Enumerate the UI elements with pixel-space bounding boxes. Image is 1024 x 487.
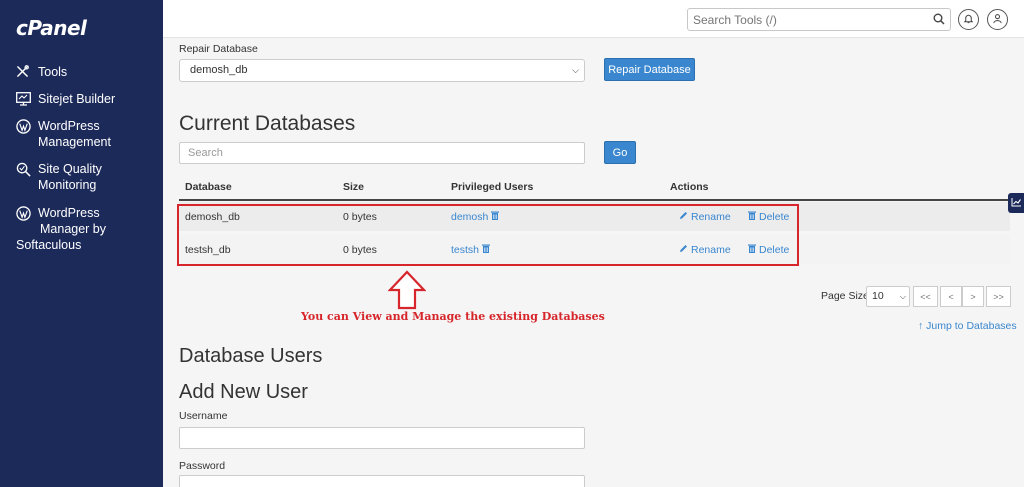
sidebar-item-label: Softaculous bbox=[16, 238, 82, 252]
wordpress-icon bbox=[16, 118, 38, 134]
bell-icon bbox=[963, 13, 974, 27]
next-page-button[interactable]: > bbox=[962, 286, 984, 307]
go-button[interactable]: Go bbox=[604, 141, 636, 164]
annotation-text: You can View and Manage the existing Dat… bbox=[301, 310, 605, 323]
sidebar: cPanel Tools Sitejet Builder WordPress Ma… bbox=[0, 0, 163, 487]
first-page-button[interactable]: << bbox=[913, 286, 938, 307]
chart-icon bbox=[1011, 196, 1022, 210]
sidebar-item-label: Management bbox=[38, 135, 111, 149]
up-arrow-icon bbox=[388, 270, 426, 310]
repair-database-value: demosh_db bbox=[190, 64, 248, 76]
main-content: Repair Database demosh_db ⌵ Repair Datab… bbox=[163, 38, 1024, 487]
sidebar-item-label: Monitoring bbox=[38, 178, 97, 192]
stats-tab[interactable] bbox=[1008, 193, 1024, 213]
tools-icon bbox=[16, 64, 38, 78]
repair-database-select[interactable]: demosh_db ⌵ bbox=[179, 59, 585, 82]
cpanel-logo[interactable]: cPanel bbox=[16, 16, 87, 40]
search-tools-input[interactable] bbox=[688, 9, 918, 30]
database-users-heading: Database Users bbox=[179, 345, 323, 367]
sidebar-item-tools[interactable]: Tools bbox=[0, 64, 163, 80]
sidebar-item-wordpress-management[interactable]: WordPress Management bbox=[0, 118, 163, 150]
prev-page-button[interactable]: < bbox=[940, 286, 962, 307]
notifications-button[interactable] bbox=[958, 9, 979, 30]
user-menu-button[interactable] bbox=[987, 9, 1008, 30]
sidebar-item-wordpress-manager[interactable]: WordPress Manager by Softaculous bbox=[0, 205, 163, 253]
repair-database-label: Repair Database bbox=[179, 43, 258, 55]
search-icon bbox=[16, 161, 38, 177]
jump-link-label: Jump to Databases bbox=[926, 320, 1017, 332]
highlight-box bbox=[177, 204, 799, 266]
sidebar-item-label: WordPress bbox=[38, 119, 100, 133]
sidebar-item-label: Site Quality bbox=[38, 162, 102, 176]
search-icon[interactable] bbox=[933, 13, 945, 28]
search-tools-box[interactable] bbox=[687, 8, 951, 31]
jump-to-databases-link[interactable]: ↑ Jump to Databases bbox=[918, 320, 1017, 332]
sidebar-item-label: Tools bbox=[38, 65, 68, 79]
repair-database-button[interactable]: Repair Database bbox=[604, 58, 695, 81]
username-input[interactable] bbox=[179, 427, 585, 449]
last-page-button[interactable]: >> bbox=[986, 286, 1011, 307]
page-size-value: 10 bbox=[872, 290, 884, 302]
chevron-down-icon: ⌵ bbox=[899, 292, 906, 301]
chevron-down-icon: ⌵ bbox=[572, 65, 579, 75]
column-header-size[interactable]: Size bbox=[343, 181, 364, 193]
database-search-input[interactable]: Search bbox=[179, 142, 585, 164]
page-size-select[interactable]: 10 ⌵ bbox=[866, 286, 910, 307]
username-label: Username bbox=[179, 410, 228, 422]
column-header-actions: Actions bbox=[670, 181, 709, 193]
sidebar-item-label: Sitejet Builder bbox=[38, 92, 116, 106]
sidebar-item-sitejet[interactable]: Sitejet Builder bbox=[0, 91, 163, 107]
sidebar-item-label: Manager by bbox=[40, 222, 107, 236]
add-new-user-heading: Add New User bbox=[179, 381, 308, 403]
page-size-label: Page Size bbox=[821, 290, 869, 302]
current-databases-heading: Current Databases bbox=[179, 112, 356, 135]
column-header-database[interactable]: Database bbox=[185, 181, 232, 193]
column-header-privileged-users: Privileged Users bbox=[451, 181, 534, 193]
wordpress-icon bbox=[16, 205, 38, 237]
sidebar-item-site-quality[interactable]: Site Quality Monitoring bbox=[0, 161, 163, 193]
sidebar-item-label: WordPress bbox=[38, 206, 100, 220]
password-input[interactable] bbox=[179, 475, 585, 487]
user-icon bbox=[992, 13, 1003, 27]
password-label: Password bbox=[179, 460, 226, 472]
arrow-up-icon: ↑ bbox=[918, 320, 924, 332]
monitor-icon bbox=[16, 91, 38, 106]
table-header-divider bbox=[179, 199, 1010, 201]
topbar bbox=[163, 0, 1024, 38]
